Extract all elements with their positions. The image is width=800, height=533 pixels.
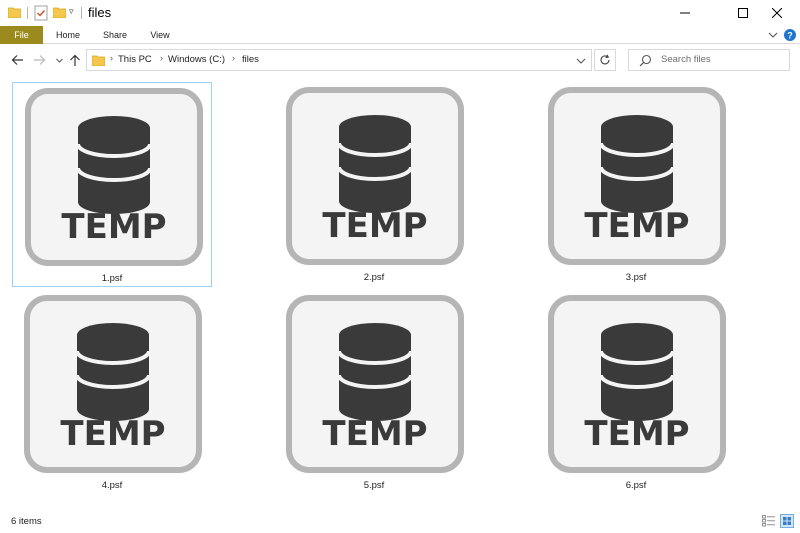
tab-view[interactable]: View: [140, 26, 180, 44]
address-bar[interactable]: › This PC › Windows (C:) › files: [86, 49, 592, 71]
file-name[interactable]: 1.psf: [13, 273, 211, 284]
back-button[interactable]: [9, 52, 25, 68]
file-name[interactable]: 2.psf: [274, 272, 474, 283]
quick-access-separator: [81, 7, 82, 19]
file-name[interactable]: 3.psf: [536, 272, 736, 283]
maximize-icon: [738, 8, 748, 18]
temp-database-file-icon: TEMP: [286, 87, 464, 265]
search-input[interactable]: Search files: [661, 54, 711, 65]
new-folder-icon[interactable]: [53, 7, 66, 18]
recent-locations-button[interactable]: [51, 52, 67, 68]
arrow-up-icon: [70, 54, 80, 66]
temp-database-file-icon: TEMP: [24, 295, 202, 473]
close-button[interactable]: [754, 0, 800, 26]
file-icon-label: TEMP: [584, 414, 689, 454]
temp-database-file-icon: TEMP: [548, 87, 726, 265]
refresh-button[interactable]: [594, 49, 616, 71]
tab-share[interactable]: Share: [92, 26, 138, 44]
breadcrumb-files[interactable]: files: [242, 54, 259, 65]
help-icon[interactable]: ?: [783, 28, 797, 42]
forward-button[interactable]: [31, 52, 47, 68]
breadcrumb-this-pc[interactable]: This PC: [118, 54, 152, 65]
ribbon-tabs: File Home Share View ?: [0, 26, 800, 44]
chevron-down-icon[interactable]: [574, 54, 588, 68]
file-item[interactable]: TEMP 6.psf: [536, 290, 736, 495]
window-title: files: [88, 5, 112, 20]
file-name[interactable]: 4.psf: [12, 480, 212, 491]
customize-quick-access-icon[interactable]: ▿: [69, 6, 74, 17]
file-item[interactable]: TEMP 1.psf: [12, 82, 212, 287]
item-count: 6 items: [11, 516, 42, 527]
status-bar: 6 items: [0, 508, 800, 533]
breadcrumb-separator-icon[interactable]: ›: [160, 53, 163, 63]
svg-text:?: ?: [787, 31, 793, 41]
expand-ribbon-icon[interactable]: [766, 28, 780, 42]
temp-database-file-icon: TEMP: [25, 88, 203, 266]
breadcrumb-separator-icon[interactable]: ›: [232, 53, 235, 63]
up-button[interactable]: [67, 52, 83, 68]
minimize-button[interactable]: [662, 0, 708, 26]
large-icons-view-button[interactable]: [780, 514, 794, 528]
details-view-icon[interactable]: [762, 515, 775, 527]
arrow-left-icon: [11, 55, 23, 65]
file-icon-label: TEMP: [584, 206, 689, 246]
file-icon-label: TEMP: [322, 206, 427, 246]
quick-access-separator: [27, 7, 28, 19]
breadcrumb-separator-icon[interactable]: ›: [110, 53, 113, 63]
file-item[interactable]: TEMP 3.psf: [536, 82, 736, 287]
arrow-right-icon: [33, 55, 45, 65]
file-icon-label: TEMP: [61, 207, 166, 247]
folder-icon: [92, 55, 105, 66]
file-view: TEMP 1.psf TEMP 2.psf TEMP 3.psf TEMP 4.psf TEMP…: [0, 76, 800, 508]
refresh-icon: [600, 54, 610, 65]
title-bar: ▿ files: [0, 0, 800, 26]
file-icon-label: TEMP: [60, 414, 165, 454]
file-item[interactable]: TEMP 5.psf: [274, 290, 474, 495]
file-item[interactable]: TEMP 4.psf: [12, 290, 212, 495]
file-icon-label: TEMP: [322, 414, 427, 454]
close-icon: [772, 8, 782, 18]
breadcrumb-windows-c[interactable]: Windows (C:): [168, 54, 225, 65]
temp-database-file-icon: TEMP: [548, 295, 726, 473]
properties-icon[interactable]: [34, 5, 48, 21]
file-name[interactable]: 6.psf: [536, 480, 736, 491]
file-name[interactable]: 5.psf: [274, 480, 474, 491]
file-item[interactable]: TEMP 2.psf: [274, 82, 474, 287]
chevron-down-icon: [55, 58, 63, 63]
search-box[interactable]: Search files: [628, 49, 790, 71]
tab-home[interactable]: Home: [46, 26, 90, 44]
temp-database-file-icon: TEMP: [286, 295, 464, 473]
large-icons-view-icon: [783, 517, 791, 525]
folder-icon: [8, 7, 21, 18]
minimize-icon: [680, 12, 690, 14]
navigation-bar: › This PC › Windows (C:) › files Search …: [0, 44, 800, 76]
tab-file[interactable]: File: [0, 26, 43, 44]
search-icon: [639, 54, 652, 67]
